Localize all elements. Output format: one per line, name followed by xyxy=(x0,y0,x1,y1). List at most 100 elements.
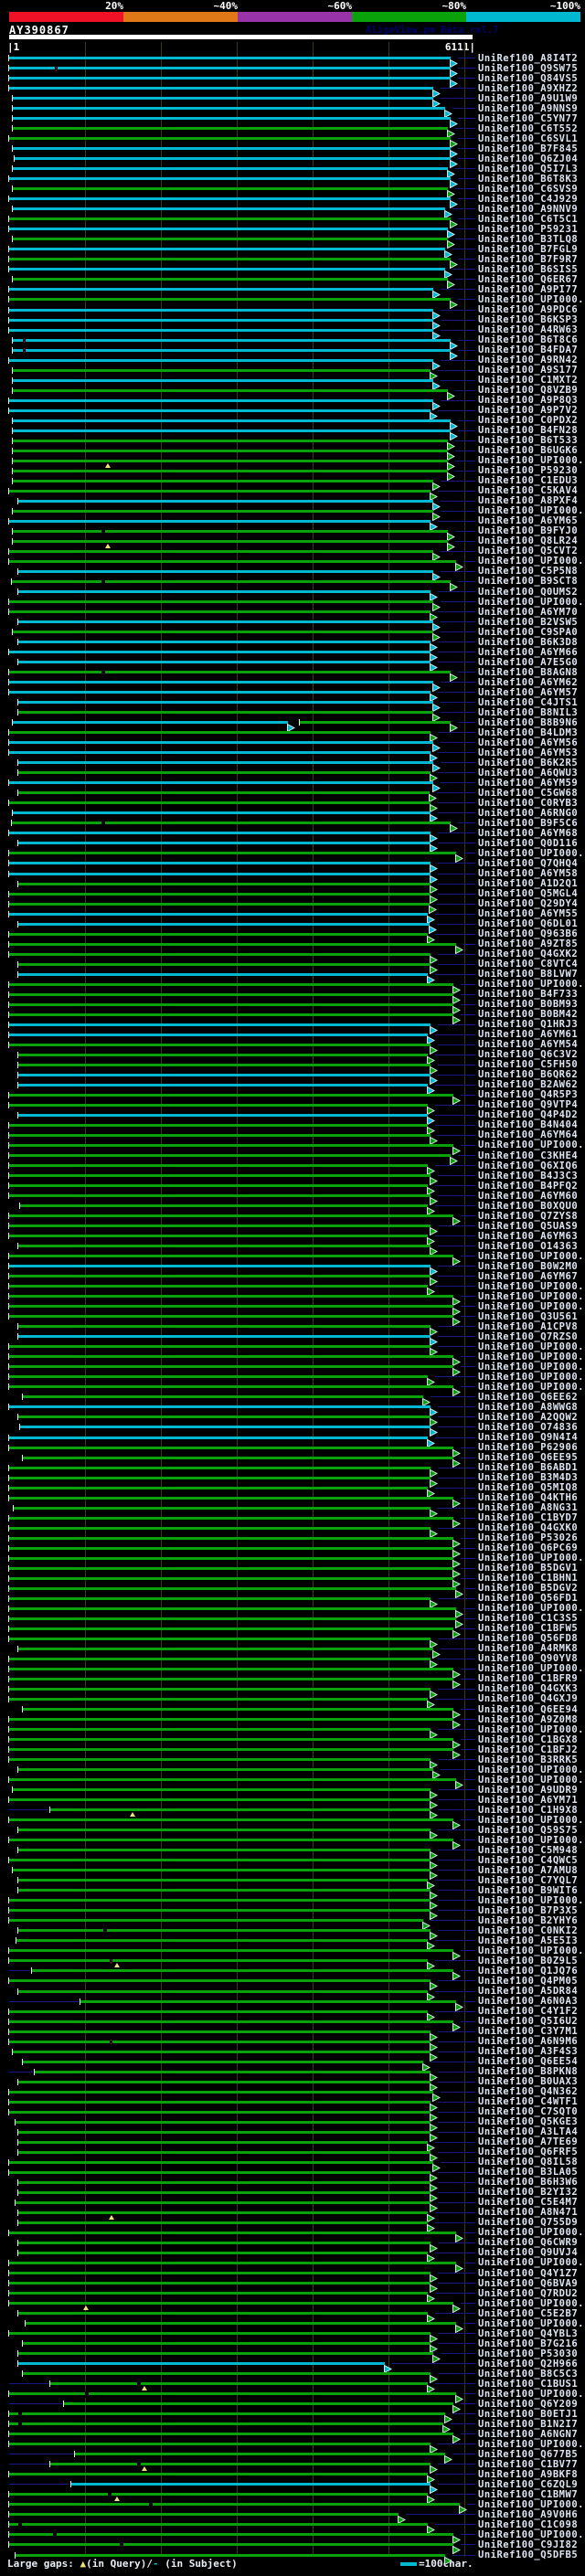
alignment-bar[interactable] xyxy=(9,1909,431,1913)
alignment-bar[interactable] xyxy=(9,1959,428,1963)
alignment-bar[interactable] xyxy=(18,882,431,885)
alignment-bar[interactable] xyxy=(18,1929,431,1933)
alignment-bar[interactable] xyxy=(9,2332,431,2336)
alignment-bar[interactable] xyxy=(9,1637,431,1640)
alignment-bar[interactable] xyxy=(12,539,448,543)
subject-label[interactable]: UniRef100_B8C5C3 xyxy=(478,2369,578,2380)
alignment-bar[interactable] xyxy=(18,1083,428,1087)
alignment-bar[interactable] xyxy=(18,641,431,643)
alignment-bar[interactable] xyxy=(9,600,433,603)
alignment-bar[interactable] xyxy=(9,1355,453,1359)
alignment-bar[interactable] xyxy=(14,157,451,161)
subject-label[interactable]: UniRef100_UPI000.. xyxy=(478,1251,585,1262)
alignment-bar[interactable] xyxy=(9,228,448,231)
alignment-row[interactable]: UniRef100_A6YM60 xyxy=(0,1191,585,1206)
alignment-bar[interactable] xyxy=(9,87,433,90)
alignment-bar[interactable] xyxy=(9,2110,431,2114)
alignment-bar[interactable] xyxy=(9,258,451,261)
subject-label[interactable]: UniRef100_A9U1W9 xyxy=(478,93,578,104)
alignment-bar[interactable] xyxy=(9,1043,431,1046)
alignment-bar[interactable] xyxy=(12,1788,431,1792)
subject-label[interactable]: UniRef100_Q6XIQ6 xyxy=(478,1161,578,1171)
alignment-bar[interactable] xyxy=(9,751,431,755)
alignment-row[interactable]: UniRef100_A7E5G0 xyxy=(0,657,585,673)
alignment-bar[interactable] xyxy=(9,2503,460,2507)
subject-label[interactable]: UniRef100_A7E5G0 xyxy=(478,657,578,668)
alignment-bar[interactable] xyxy=(9,2019,453,2023)
alignment-bar[interactable] xyxy=(18,499,433,503)
alignment-row[interactable]: UniRef100_UPI000.. xyxy=(0,1775,585,1790)
alignment-bar[interactable] xyxy=(12,378,433,382)
alignment-bar[interactable] xyxy=(9,892,431,896)
alignment-bar[interactable] xyxy=(18,972,428,976)
alignment-bar[interactable] xyxy=(18,2241,431,2244)
alignment-row[interactable]: UniRef100_B8AGN8 xyxy=(0,667,585,683)
alignment-bar[interactable] xyxy=(19,1204,428,1208)
subject-label[interactable]: UniRef100_B9SCT8 xyxy=(478,577,578,587)
subject-label[interactable]: UniRef100_B7G216 xyxy=(478,2338,578,2349)
subject-label[interactable]: UniRef100_A9Z0M8 xyxy=(478,1714,578,1725)
alignment-row[interactable]: UniRef100_B8C5C3 xyxy=(0,2369,585,2384)
alignment-row[interactable]: UniRef100_Q4GXJ9 xyxy=(0,1694,585,1710)
alignment-bar[interactable] xyxy=(9,2392,456,2396)
subject-label[interactable]: UniRef100_B0XQU0 xyxy=(478,1201,578,1212)
subject-label[interactable]: UniRef100_Q5DFB5 xyxy=(478,2550,578,2560)
alignment-row[interactable]: UniRef100_Q7RDU2 xyxy=(0,2288,585,2304)
alignment-row[interactable]: UniRef100_C5E2B7 xyxy=(0,2308,585,2324)
alignment-bar[interactable] xyxy=(9,2412,445,2416)
alignment-bar[interactable] xyxy=(9,1697,428,1701)
alignment-bar[interactable] xyxy=(18,2362,385,2366)
subject-label[interactable]: UniRef100_UPI000.. xyxy=(478,2318,585,2329)
alignment-bar[interactable] xyxy=(11,579,451,583)
alignment-bar[interactable] xyxy=(9,781,433,785)
subject-label[interactable]: UniRef100_B8AGN8 xyxy=(478,667,578,678)
alignment-bar[interactable] xyxy=(9,1214,453,1218)
alignment-bar[interactable] xyxy=(15,2553,445,2557)
alignment-bar[interactable] xyxy=(9,1536,453,1540)
alignment-bar[interactable] xyxy=(9,832,431,835)
alignment-bar[interactable] xyxy=(9,318,433,322)
alignment-row[interactable]: UniRef100_C6T552 xyxy=(0,123,585,139)
alignment-bar[interactable] xyxy=(9,1023,431,1026)
alignment-row[interactable]: UniRef100_Q0UMS2 xyxy=(0,587,585,602)
alignment-bar[interactable] xyxy=(9,1224,431,1228)
alignment-bar[interactable] xyxy=(9,932,428,936)
alignment-bar[interactable] xyxy=(9,1194,431,1197)
alignment-bar[interactable] xyxy=(9,1576,453,1580)
alignment-row[interactable]: UniRef100_A6YM71 xyxy=(0,1795,585,1810)
alignment-bar[interactable] xyxy=(18,2251,428,2254)
alignment-bar[interactable] xyxy=(18,2221,428,2224)
subject-label[interactable]: UniRef100_C9SPA0 xyxy=(478,627,578,638)
alignment-row[interactable]: UniRef100_B7G216 xyxy=(0,2338,585,2354)
subject-label[interactable]: UniRef100_C1H9X8 xyxy=(478,1805,578,1816)
alignment-bar[interactable] xyxy=(9,2261,456,2264)
alignment-bar[interactable] xyxy=(9,872,431,875)
subject-label[interactable]: UniRef100_Q0UMS2 xyxy=(478,587,578,598)
alignment-bar[interactable] xyxy=(12,117,451,121)
alignment-bar[interactable] xyxy=(18,2080,431,2083)
alignment-bar[interactable] xyxy=(9,912,428,916)
subject-label[interactable]: UniRef100_Q4Y1Z7 xyxy=(478,2268,578,2279)
alignment-bar[interactable] xyxy=(9,197,451,201)
alignment-bar[interactable] xyxy=(9,731,431,735)
alignment-bar[interactable] xyxy=(12,388,448,392)
subject-label[interactable]: UniRef100_Q4YBL3 xyxy=(478,2328,578,2339)
alignment-row[interactable]: UniRef100_P53030 xyxy=(0,2348,585,2364)
alignment-bar[interactable] xyxy=(49,2382,428,2386)
subject-label[interactable]: UniRef100_B6K3D8 xyxy=(478,637,578,648)
alignment-bar[interactable] xyxy=(25,2322,456,2326)
alignment-row[interactable]: UniRef100_Q5DFB5 xyxy=(0,2550,585,2565)
alignment-bar[interactable] xyxy=(18,1073,431,1076)
subject-label[interactable]: UniRef100_Q6BVA9 xyxy=(478,2278,578,2289)
alignment-row[interactable]: UniRef100_Q6XIQ6 xyxy=(0,1161,585,1176)
alignment-bar[interactable] xyxy=(9,1617,456,1620)
subject-label[interactable]: UniRef100_C3KHE4 xyxy=(478,1150,578,1161)
subject-label[interactable]: UniRef100_A6YM57 xyxy=(478,687,578,698)
alignment-bar[interactable] xyxy=(9,2533,453,2537)
alignment-bar[interactable] xyxy=(9,1305,453,1309)
alignment-bar[interactable] xyxy=(18,1647,433,1650)
alignment-bar[interactable] xyxy=(19,1426,431,1429)
alignment-bar[interactable] xyxy=(22,2342,431,2346)
alignment-row[interactable]: UniRef100_A6YM70 xyxy=(0,607,585,622)
subject-label[interactable]: UniRef100_A6YM66 xyxy=(478,647,578,658)
